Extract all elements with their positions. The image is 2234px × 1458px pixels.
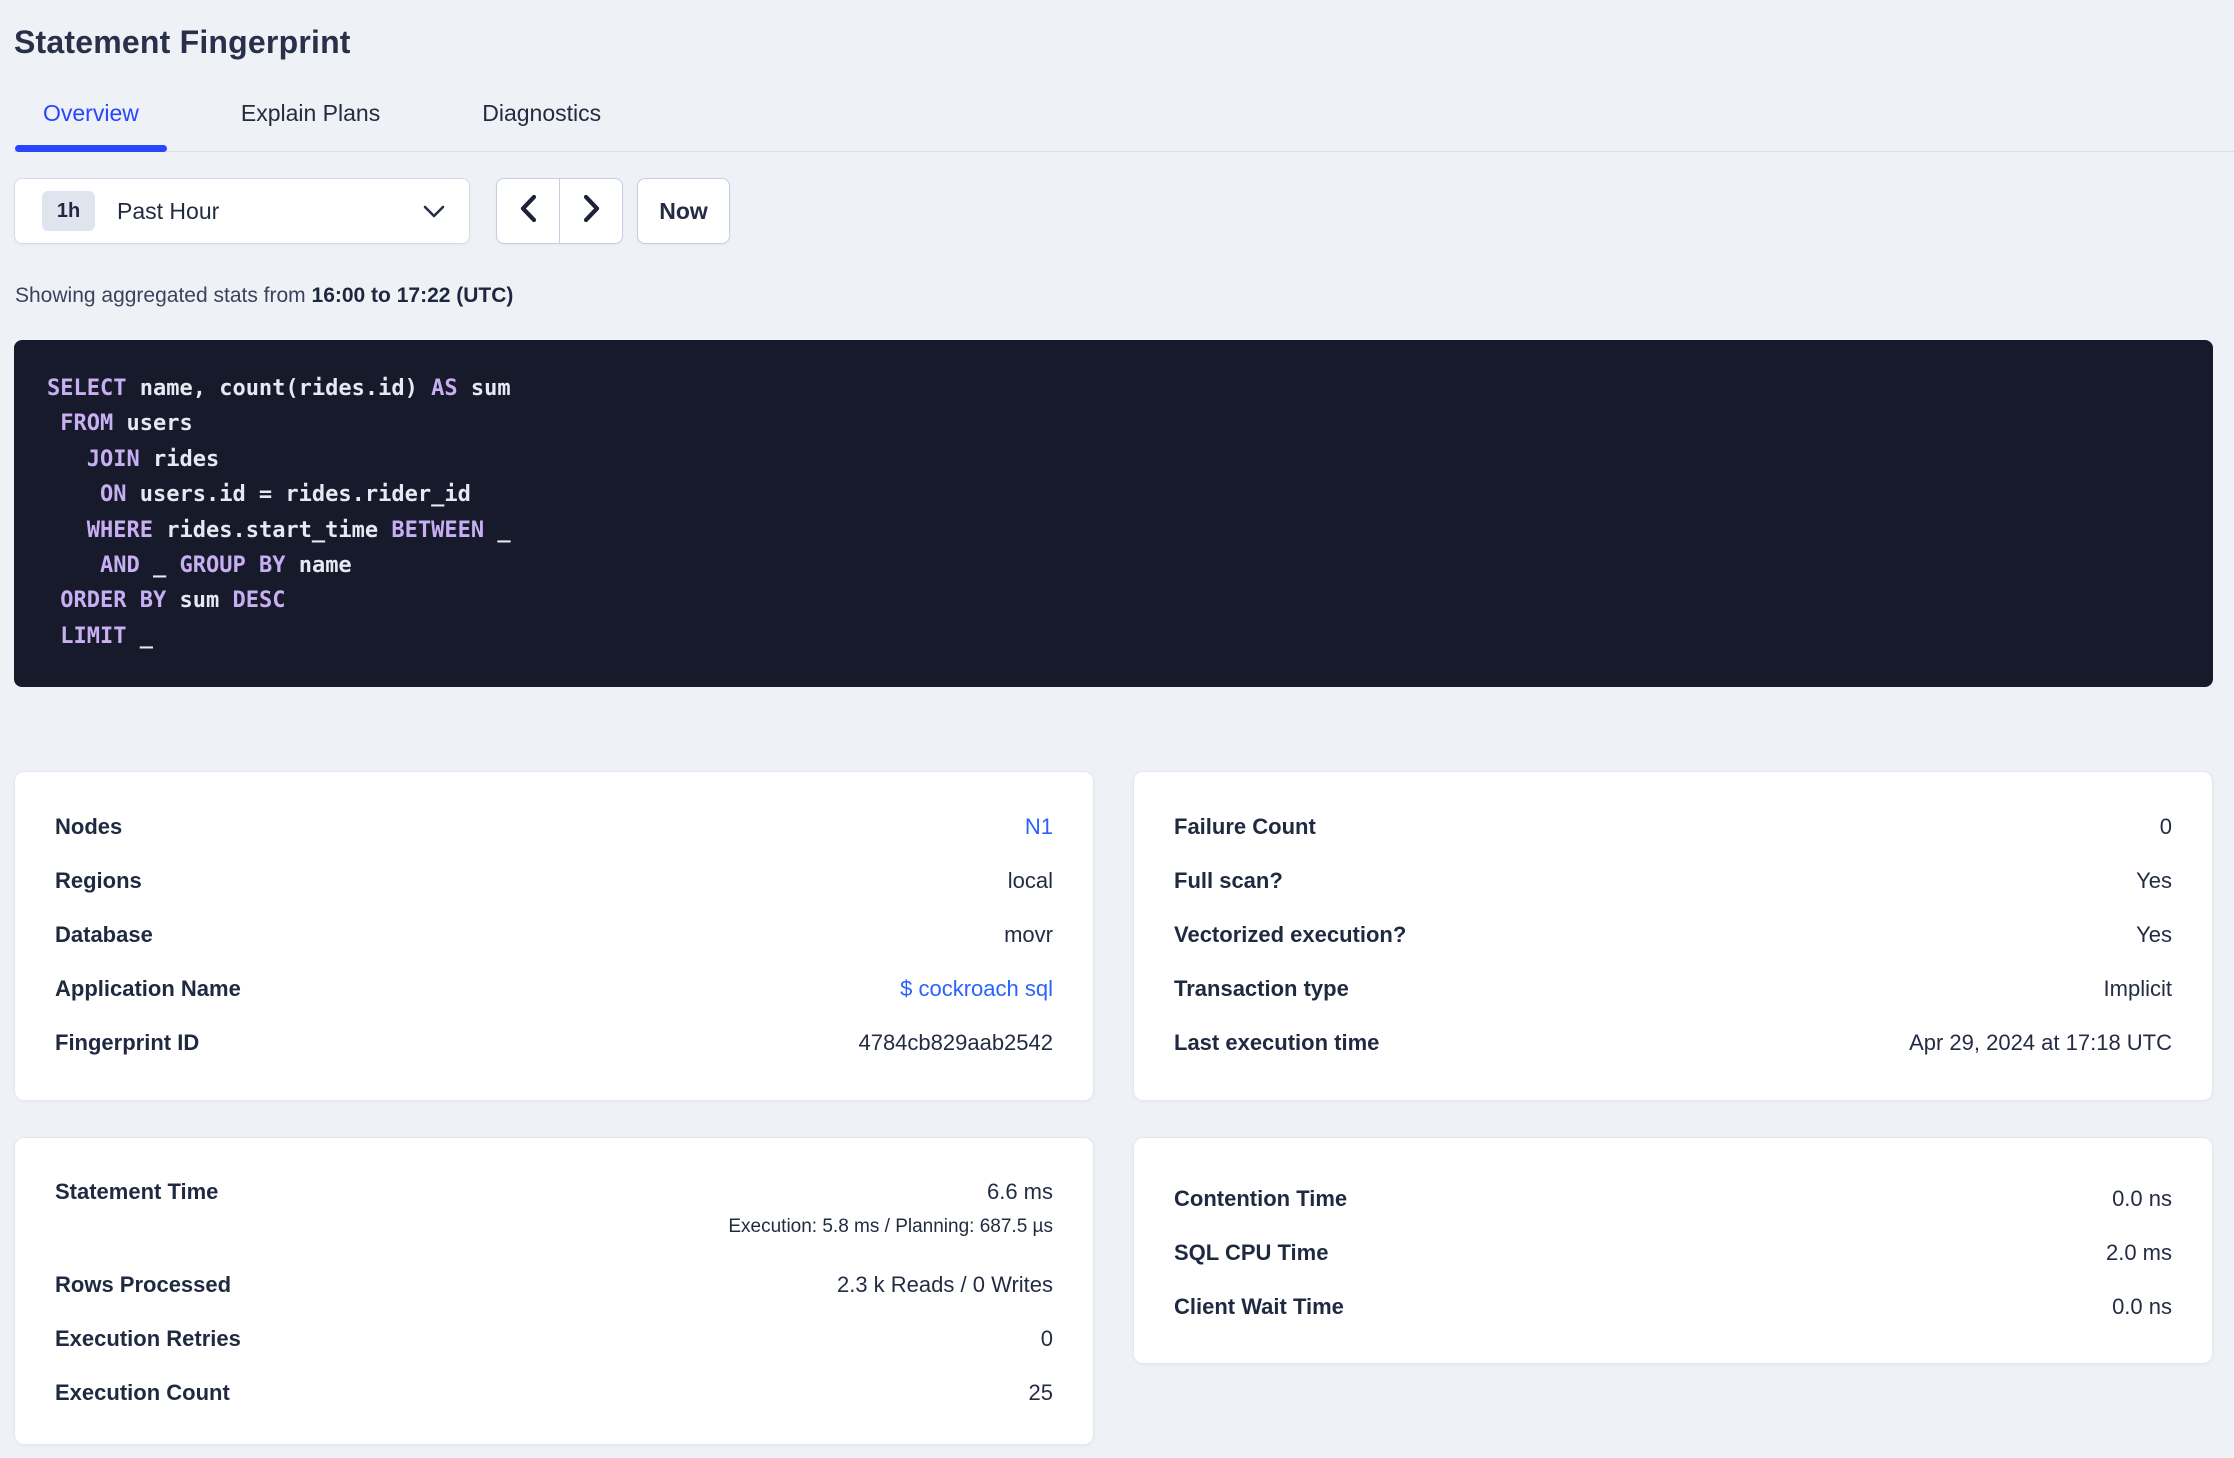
statement-time-value: 6.6 ms: [986, 1179, 1053, 1204]
row-regions: Regions local: [55, 868, 1053, 893]
timing-stats-card: Contention Time 0.0 ns SQL CPU Time 2.0 …: [1133, 1137, 2213, 1364]
sql-line: AND _ GROUP BY name: [99, 553, 352, 579]
row-last-execution-time: Last execution time Apr 29, 2024 at 17:1…: [1174, 1030, 2172, 1055]
tab-bar: Overview Explain Plans Diagnostics: [43, 100, 703, 127]
row-full-scan: Full scan? Yes: [1174, 868, 2172, 893]
chevron-left-icon: [520, 194, 537, 228]
sql-line: WHERE rides.start_time BETWEEN _: [86, 517, 511, 543]
tab-explain-plans[interactable]: Explain Plans: [241, 100, 380, 127]
tab-overview[interactable]: Overview: [43, 100, 139, 127]
tab-bar-divider: [14, 151, 2234, 152]
page-title: Statement Fingerprint: [14, 24, 351, 60]
interval-nav-buttons: [496, 178, 623, 244]
now-button[interactable]: Now: [637, 178, 730, 244]
row-contention-time: Contention Time 0.0 ns: [1174, 1186, 2172, 1211]
execution-stats-card: Statement Time 6.6 ms Execution: 5.8 ms …: [14, 1137, 1094, 1445]
interval-label: Past Hour: [117, 197, 220, 224]
sql-line: FROM users: [60, 411, 193, 437]
chevron-down-icon: [423, 205, 445, 218]
row-client-wait-time: Client Wait Time 0.0 ns: [1174, 1294, 2172, 1319]
sql-line: LIMIT _: [60, 623, 153, 649]
interval-badge: 1h: [42, 191, 95, 231]
tab-diagnostics[interactable]: Diagnostics: [482, 100, 601, 127]
statement-fingerprint-page: Statement Fingerprint Overview Explain P…: [0, 0, 2234, 1458]
row-statement-time: Statement Time 6.6 ms Execution: 5.8 ms …: [55, 1172, 1053, 1258]
row-transaction-type: Transaction type Implicit: [1174, 976, 2172, 1001]
row-nodes: Nodes N1: [55, 814, 1053, 840]
statement-details-card: Nodes N1 Regions local Database movr App…: [14, 771, 1094, 1101]
row-vectorized-execution: Vectorized execution? Yes: [1174, 922, 2172, 947]
row-sql-cpu-time: SQL CPU Time 2.0 ms: [1174, 1240, 2172, 1265]
statement-time-breakdown: Execution: 5.8 ms / Planning: 687.5 µs: [728, 1216, 1053, 1237]
active-tab-underline: [15, 145, 167, 152]
row-execution-count: Execution Count 25: [55, 1380, 1053, 1405]
sql-statement-block: SELECT name, count(rides.id) AS sum FROM…: [14, 340, 2213, 687]
row-database: Database movr: [55, 922, 1053, 947]
row-execution-retries: Execution Retries 0: [55, 1326, 1053, 1351]
sql-line: JOIN rides: [86, 446, 220, 472]
aggregated-stats-prefix: Showing aggregated stats from: [15, 284, 312, 307]
prev-interval-button[interactable]: [497, 179, 560, 243]
nodes-link[interactable]: N1: [1025, 814, 1053, 840]
application-name-link[interactable]: $ cockroach sql: [900, 976, 1053, 1002]
chevron-right-icon: [583, 194, 600, 228]
aggregated-stats-range: 16:00 to 17:22 (UTC): [311, 284, 514, 307]
aggregated-stats-note: Showing aggregated stats from 16:00 to 1…: [15, 284, 513, 308]
execution-attributes-card: Failure Count 0 Full scan? Yes Vectorize…: [1133, 771, 2213, 1101]
time-interval-picker[interactable]: 1h Past Hour: [14, 178, 470, 244]
row-application-name: Application Name $ cockroach sql: [55, 976, 1053, 1002]
row-rows-processed: Rows Processed 2.3 k Reads / 0 Writes: [55, 1272, 1053, 1297]
sql-line: ORDER BY sum DESC: [60, 588, 286, 614]
row-fingerprint-id: Fingerprint ID 4784cb829aab2542: [55, 1030, 1053, 1055]
sql-line: ON users.id = rides.rider_id: [99, 482, 471, 508]
row-failure-count: Failure Count 0: [1174, 814, 2172, 839]
next-interval-button[interactable]: [560, 179, 622, 243]
sql-line: SELECT name, count(rides.id) AS sum: [47, 376, 511, 401]
